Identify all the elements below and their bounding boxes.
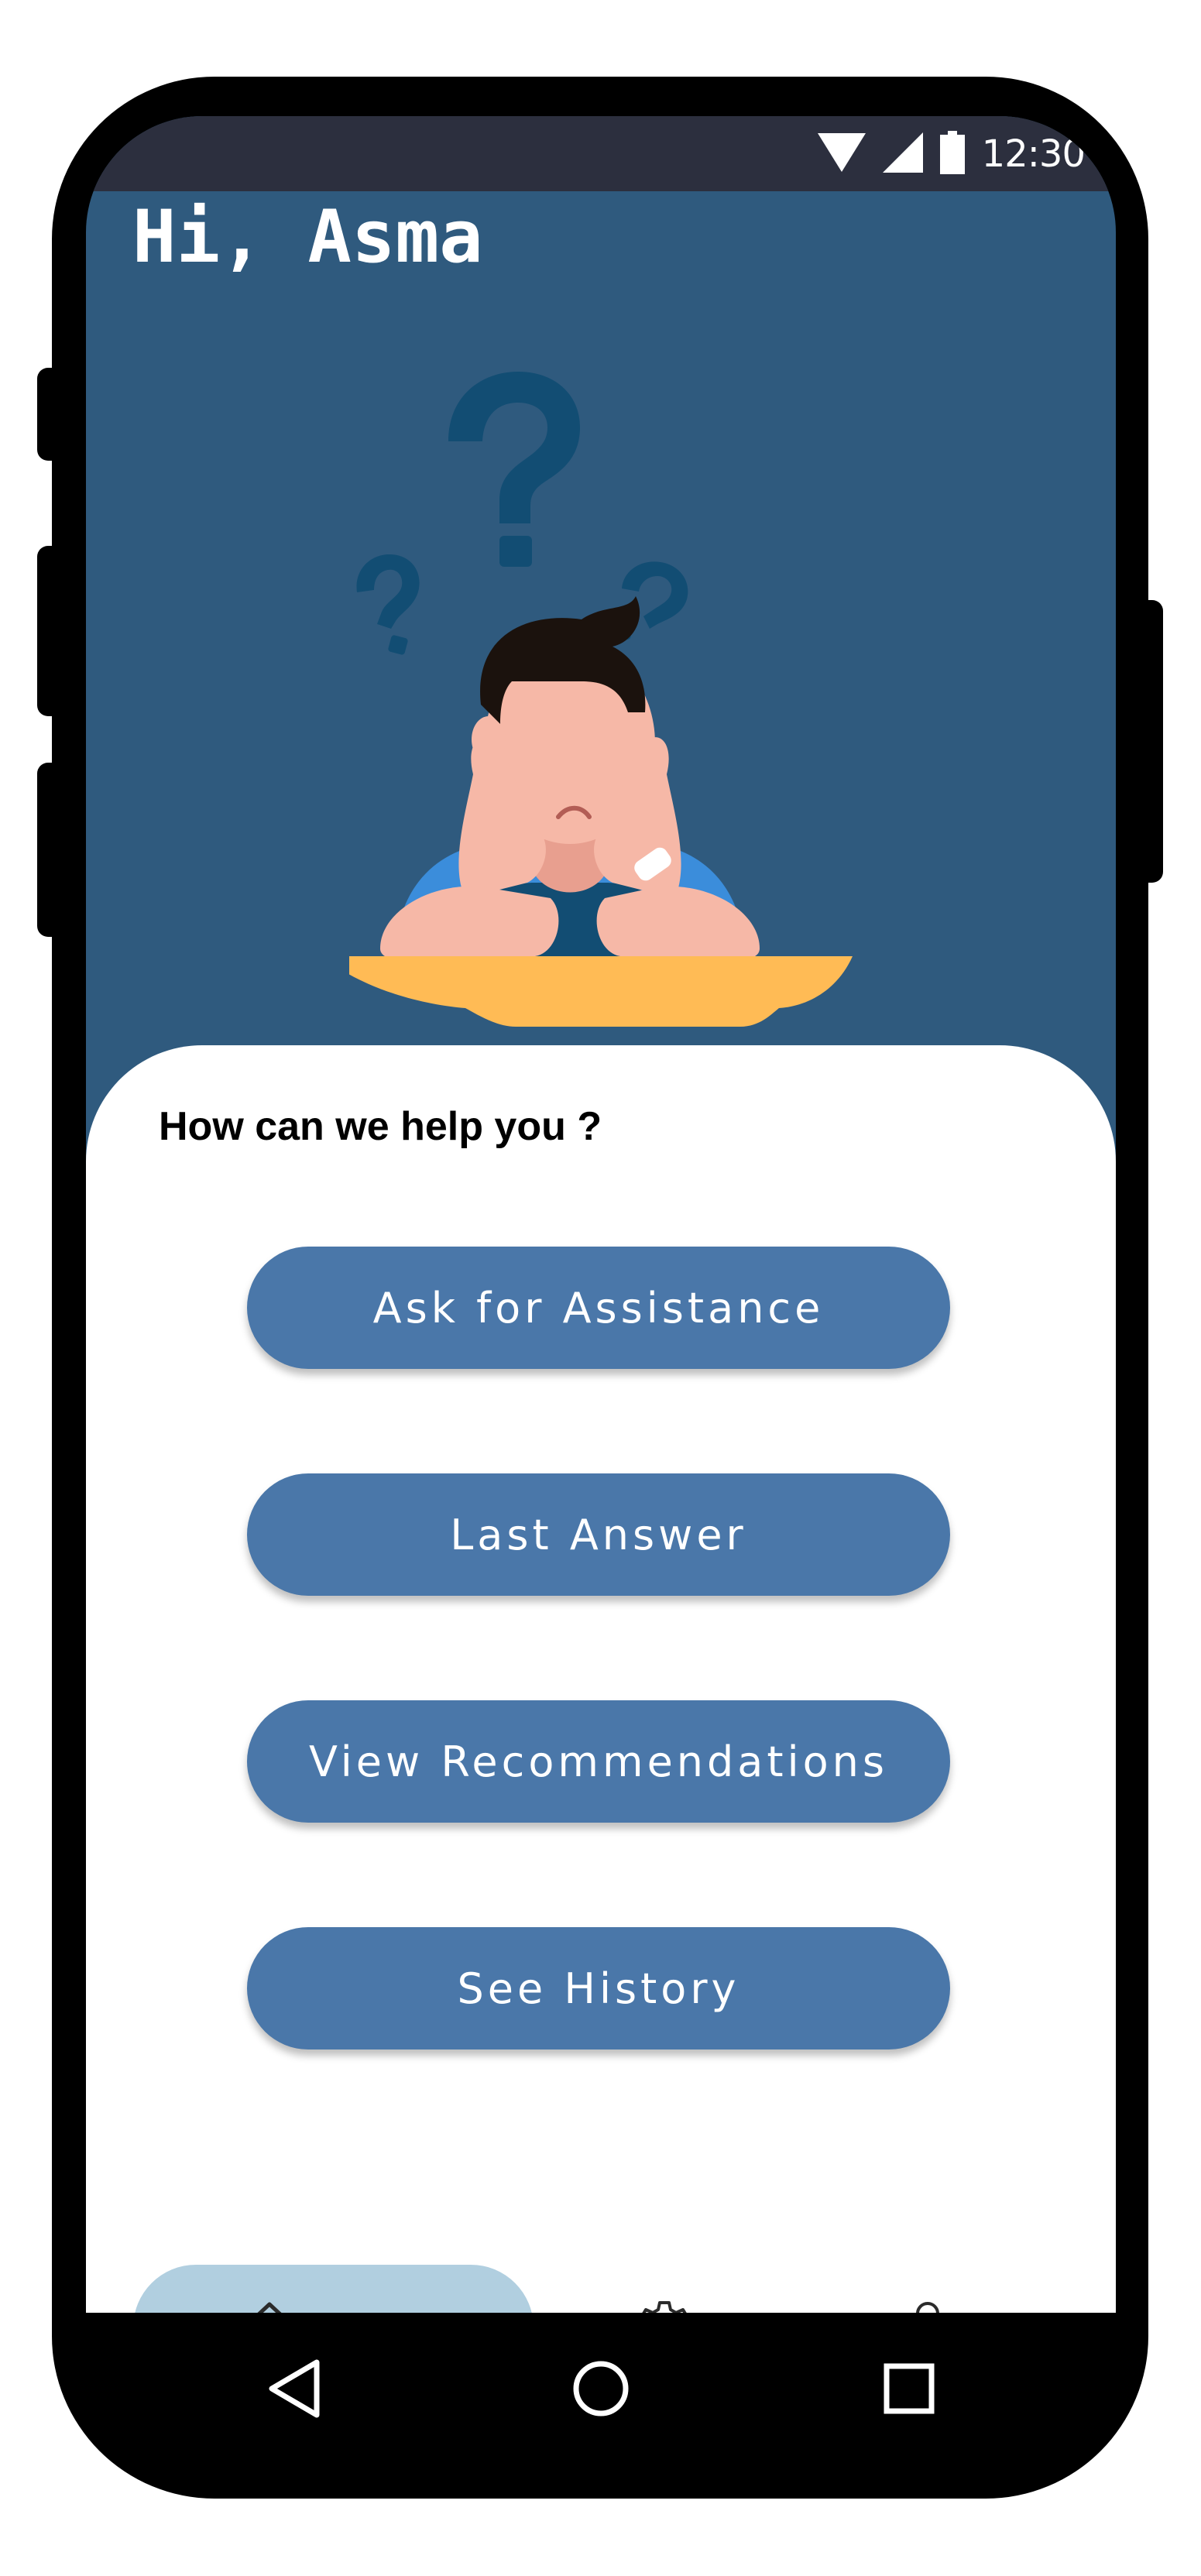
status-icons: 12:30 — [817, 130, 1086, 178]
home-icon — [242, 2298, 297, 2313]
confused-person-illustration — [322, 341, 907, 1107]
battery-icon — [939, 130, 965, 178]
app-screen: 12:30 Hi, Asma How can we help you ? Ask… — [86, 116, 1116, 2313]
back-triangle-icon — [267, 2358, 323, 2423]
nav-item-settings[interactable] — [630, 2293, 699, 2313]
nav-home-label: Home — [317, 2305, 425, 2313]
ask-for-assistance-button[interactable]: Ask for Assistance — [247, 1247, 950, 1369]
status-time: 12:30 — [981, 132, 1086, 176]
signal-icon — [882, 132, 923, 177]
last-answer-button[interactable]: Last Answer — [247, 1473, 950, 1596]
nav-item-profile[interactable] — [893, 2293, 963, 2313]
volume-down-button — [37, 763, 68, 937]
recents-square-icon — [882, 2362, 936, 2420]
home-circle-icon — [571, 2359, 630, 2422]
wifi-icon — [817, 132, 866, 176]
volume-up-button — [37, 546, 68, 716]
help-prompt-title: How can we help you ? — [159, 1104, 602, 1149]
power-button — [1132, 600, 1163, 883]
greeting-title: Hi, Asma — [132, 195, 483, 280]
system-navigation-bar — [86, 2313, 1116, 2468]
system-home-button[interactable] — [566, 2355, 636, 2425]
phone-side-button — [37, 368, 68, 461]
status-bar: 12:30 — [86, 116, 1116, 191]
see-history-button[interactable]: See History — [247, 1927, 950, 2049]
gear-icon — [637, 2298, 692, 2313]
user-icon — [900, 2298, 956, 2313]
view-recommendations-button[interactable]: View Recommendations — [247, 1700, 950, 1823]
help-options-sheet: How can we help you ? Ask for Assistance… — [86, 1045, 1116, 2313]
bottom-navigation: Home — [86, 2265, 1116, 2313]
nav-item-home[interactable]: Home — [133, 2265, 534, 2313]
system-back-button[interactable] — [260, 2355, 330, 2425]
system-recents-button[interactable] — [874, 2355, 944, 2425]
